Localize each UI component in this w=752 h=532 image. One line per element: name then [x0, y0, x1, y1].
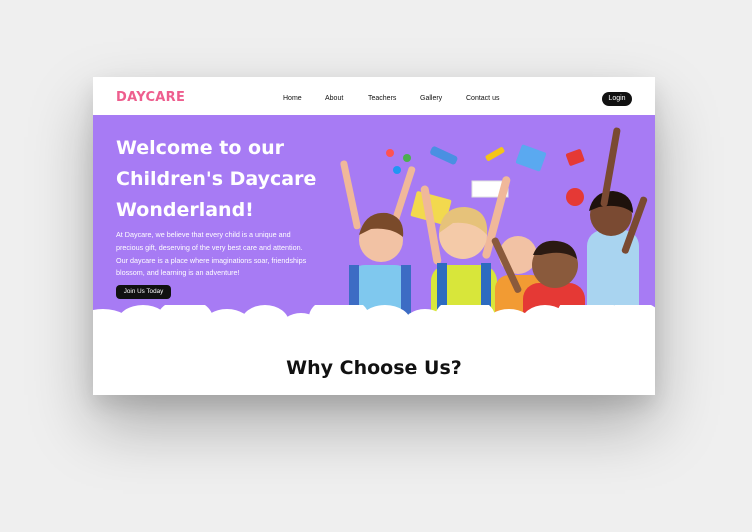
hero-text-line: precious gift, deserving of the very bes… — [116, 242, 303, 252]
section-title: Why Choose Us? — [286, 357, 462, 379]
nav-about[interactable]: About — [325, 95, 343, 102]
nav-home[interactable]: Home — [283, 95, 302, 102]
join-us-button[interactable]: Join Us Today — [116, 285, 171, 299]
hero-text-line: Our daycare is a place where imagination… — [116, 255, 307, 265]
hero-description: At Daycare, we believe that every child … — [116, 229, 344, 280]
nav-gallery[interactable]: Gallery — [420, 95, 442, 102]
top-navbar: DAYCARE Home About Teachers Gallery Cont… — [93, 77, 655, 115]
login-button[interactable]: Login — [602, 92, 632, 106]
nav-contact-us[interactable]: Contact us — [466, 95, 499, 102]
logo[interactable]: DAYCARE — [116, 90, 185, 105]
nav-teachers[interactable]: Teachers — [368, 95, 396, 102]
cloud-divider — [93, 305, 655, 345]
browser-page: DAYCARE Home About Teachers Gallery Cont… — [93, 77, 655, 395]
school-supplies-illustration — [386, 144, 585, 225]
hero-text-line: blossom, and learning is an adventure! — [116, 268, 240, 278]
hero-text-line: At Daycare, we believe that every child … — [116, 230, 291, 239]
